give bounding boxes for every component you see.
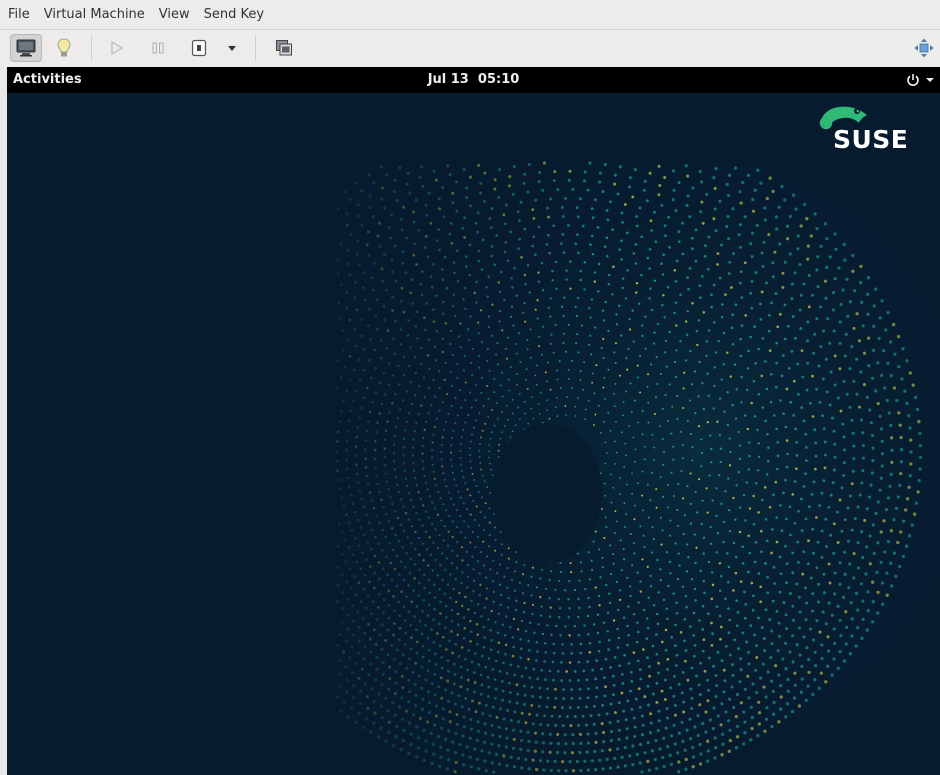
suse-logo: SUSE: [819, 106, 908, 153]
toolbar: [0, 30, 940, 67]
resize-arrows-icon: [914, 38, 934, 58]
power-icon: [191, 39, 207, 57]
details-view-button[interactable]: [51, 34, 77, 62]
pause-icon: [152, 42, 164, 54]
desktop-wallpaper: [7, 93, 940, 775]
suse-logo-text: SUSE: [833, 125, 908, 153]
chevron-down-icon: [926, 78, 934, 82]
toolbar-separator: [255, 35, 256, 61]
shutdown-menu-button[interactable]: [221, 34, 243, 62]
shutdown-button[interactable]: [186, 34, 212, 62]
gnome-top-bar: Activities Jul 13 05:10: [7, 67, 940, 93]
fullscreen-button[interactable]: [912, 34, 936, 62]
system-menu[interactable]: [906, 67, 934, 93]
vm-console[interactable]: Activities Jul 13 05:10 SUSE: [7, 67, 940, 775]
console-view-button[interactable]: [10, 34, 42, 62]
snapshot-icon: [276, 40, 292, 56]
snapshots-button[interactable]: [270, 34, 298, 62]
clock[interactable]: Jul 13 05:10: [7, 67, 940, 93]
menu-send-key[interactable]: Send Key: [197, 0, 271, 30]
pause-button[interactable]: [145, 34, 171, 62]
toolbar-separator: [91, 35, 92, 61]
power-icon: [907, 74, 919, 86]
run-button[interactable]: [104, 34, 130, 62]
menu-virtual-machine[interactable]: Virtual Machine: [37, 0, 152, 30]
chevron-down-icon: [228, 46, 236, 51]
menu-file[interactable]: File: [0, 0, 37, 30]
play-icon: [111, 40, 124, 56]
monitor-icon: [16, 39, 36, 57]
menu-view[interactable]: View: [152, 0, 197, 30]
clock-label: Jul 13 05:10: [427, 72, 520, 87]
lightbulb-icon: [57, 38, 71, 57]
menu-bar: File Virtual Machine View Send Key: [0, 0, 940, 30]
